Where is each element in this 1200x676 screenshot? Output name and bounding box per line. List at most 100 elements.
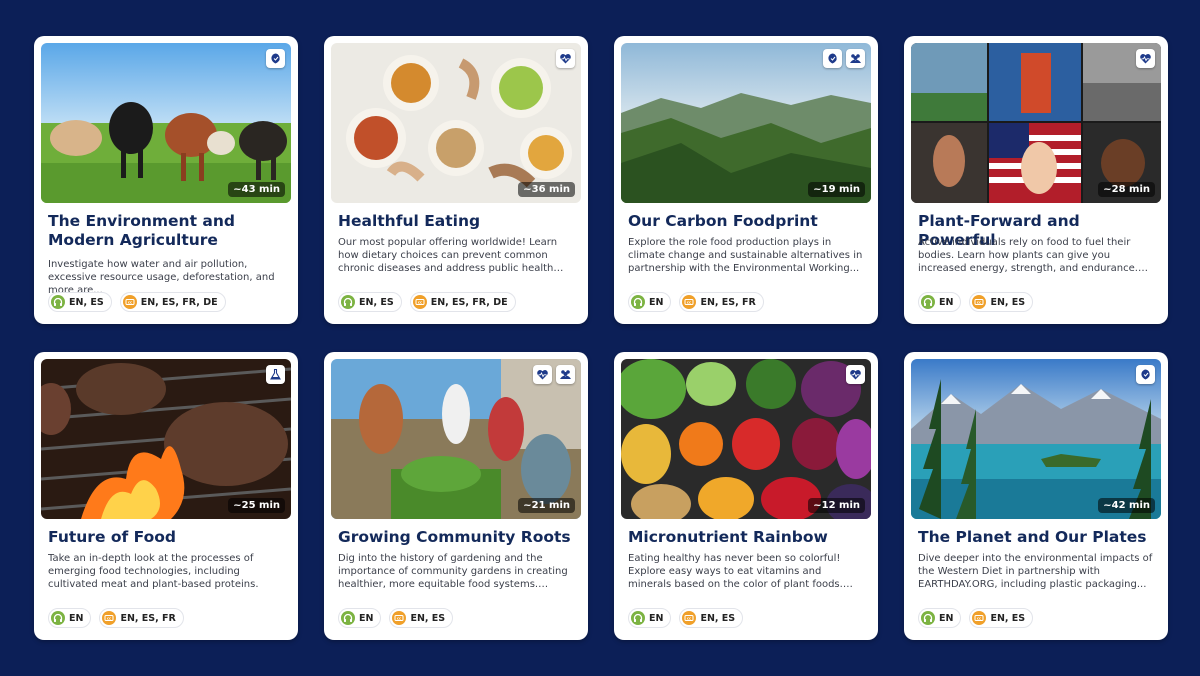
category-badge (556, 49, 575, 68)
badge-group (533, 365, 575, 384)
course-thumbnail[interactable]: ~43 min (41, 43, 291, 203)
course-thumbnail[interactable]: ~19 min (621, 43, 871, 203)
headphones-icon (51, 295, 65, 309)
closed-caption-icon: cc (102, 611, 117, 625)
svg-text:cc: cc (397, 617, 401, 621)
caption-languages: EN, ES (700, 612, 736, 624)
colorful-vegetables-image (621, 359, 871, 519)
language-chips: EN cc EN, ES (628, 608, 744, 628)
course-thumbnail[interactable]: ~28 min (911, 43, 1161, 203)
badge-group (556, 49, 575, 68)
duration-label: ~28 min (1098, 182, 1155, 197)
audio-languages-chip: EN (628, 292, 672, 312)
audio-languages-chip: EN, ES (338, 292, 402, 312)
audio-languages-chip: EN, ES (48, 292, 112, 312)
audio-languages-chip: EN (918, 608, 962, 628)
svg-text:cc: cc (977, 301, 981, 305)
flask-icon (270, 368, 281, 380)
caption-languages: EN, ES, FR, DE (140, 296, 218, 308)
closed-caption-icon: cc (412, 295, 427, 309)
svg-text:cc: cc (418, 301, 422, 305)
course-thumbnail[interactable]: ~36 min (331, 43, 581, 203)
duration-label: ~42 min (1098, 498, 1155, 513)
caption-languages: EN, ES (990, 612, 1026, 624)
headphones-icon (921, 611, 935, 625)
food-bowls-image (331, 43, 581, 203)
course-title[interactable]: The Planet and Our Plates (918, 528, 1156, 547)
caption-languages: EN, ES (410, 612, 446, 624)
leaf-heart-icon (1141, 369, 1150, 380)
course-title[interactable]: Our Carbon Foodprint (628, 212, 866, 231)
audio-languages: EN (359, 612, 374, 624)
course-card-healthful-eating[interactable]: ~36 min Healthful Eating Our most popula… (324, 36, 588, 324)
caption-languages: EN, ES, FR, DE (430, 296, 508, 308)
language-chips: EN cc EN, ES, FR (628, 292, 764, 312)
headphones-icon (631, 295, 645, 309)
category-badge (533, 365, 552, 384)
course-card-micronutrient-rainbow[interactable]: ~12 min Micronutrient Rainbow Eating hea… (614, 352, 878, 640)
course-card-planet-plates[interactable]: ~42 min The Planet and Our Plates Dive d… (904, 352, 1168, 640)
language-chips: EN cc EN, ES (338, 608, 454, 628)
duration-label: ~43 min (228, 182, 285, 197)
course-title[interactable]: Healthful Eating (338, 212, 576, 231)
audio-languages-chip: EN (338, 608, 382, 628)
badge-group (1136, 365, 1155, 384)
caption-languages-chip: cc EN, ES (969, 608, 1034, 628)
course-title[interactable]: Growing Community Roots (338, 528, 576, 547)
community-icon (850, 54, 861, 63)
audio-languages: EN (649, 612, 664, 624)
heart-pulse-icon (537, 370, 548, 380)
closed-caption-icon: cc (682, 611, 697, 625)
closed-caption-icon: cc (972, 295, 987, 309)
duration-label: ~25 min (228, 498, 285, 513)
svg-text:cc: cc (977, 617, 981, 621)
course-thumbnail[interactable]: ~42 min (911, 359, 1161, 519)
language-chips: EN cc EN, ES (918, 608, 1034, 628)
headphones-icon (51, 611, 65, 625)
audio-languages: EN (649, 296, 664, 308)
headphones-icon (341, 611, 355, 625)
course-card-future-of-food[interactable]: ~25 min Future of Food Take an in-depth … (34, 352, 298, 640)
svg-text:cc: cc (687, 301, 691, 305)
closed-caption-icon: cc (122, 295, 137, 309)
headphones-icon (341, 295, 355, 309)
category-badge (266, 365, 285, 384)
heart-pulse-icon (850, 370, 861, 380)
svg-text:cc: cc (687, 617, 691, 621)
badge-group (266, 49, 285, 68)
community-icon (560, 370, 571, 379)
language-chips: EN, ES cc EN, ES, FR, DE (48, 292, 226, 312)
duration-label: ~21 min (518, 498, 575, 513)
heart-pulse-icon (1140, 54, 1151, 64)
headphones-icon (631, 611, 645, 625)
audio-languages: EN (69, 612, 84, 624)
course-description: Dig into the history of gardening and th… (338, 553, 568, 590)
duration-label: ~19 min (808, 182, 865, 197)
course-card-environment-agriculture[interactable]: ~43 min The Environment and Modern Agric… (34, 36, 298, 324)
course-description: Dive deeper into the environmental impac… (918, 553, 1153, 590)
course-title[interactable]: The Environment and Modern Agriculture (48, 212, 286, 250)
category-badge (846, 365, 865, 384)
caption-languages: EN, ES (990, 296, 1026, 308)
language-chips: EN cc EN, ES, FR (48, 608, 184, 628)
language-chips: EN, ES cc EN, ES, FR, DE (338, 292, 516, 312)
course-card-community-roots[interactable]: ~21 min Growing Community Roots Dig into… (324, 352, 588, 640)
audio-languages: EN (939, 296, 954, 308)
course-card-carbon-foodprint[interactable]: ~19 min Our Carbon Foodprint Explore the… (614, 36, 878, 324)
closed-caption-icon: cc (392, 611, 407, 625)
audio-languages-chip: EN (628, 608, 672, 628)
course-thumbnail[interactable]: ~25 min (41, 359, 291, 519)
athletes-collage-image (911, 43, 1161, 203)
course-card-plant-forward[interactable]: ~28 min Plant-Forward and Powerful Activ… (904, 36, 1168, 324)
leaf-heart-icon (271, 53, 280, 64)
category-badge (1136, 365, 1155, 384)
course-title[interactable]: Future of Food (48, 528, 286, 547)
language-chips: EN cc EN, ES (918, 292, 1034, 312)
course-description: Take an in-depth look at the processes o… (48, 553, 259, 590)
course-thumbnail[interactable]: ~21 min (331, 359, 581, 519)
category-badge (846, 49, 865, 68)
course-description: Explore the role food production plays i… (628, 237, 863, 274)
course-thumbnail[interactable]: ~12 min (621, 359, 871, 519)
cows-field-image (41, 43, 291, 203)
course-title[interactable]: Micronutrient Rainbow (628, 528, 866, 547)
